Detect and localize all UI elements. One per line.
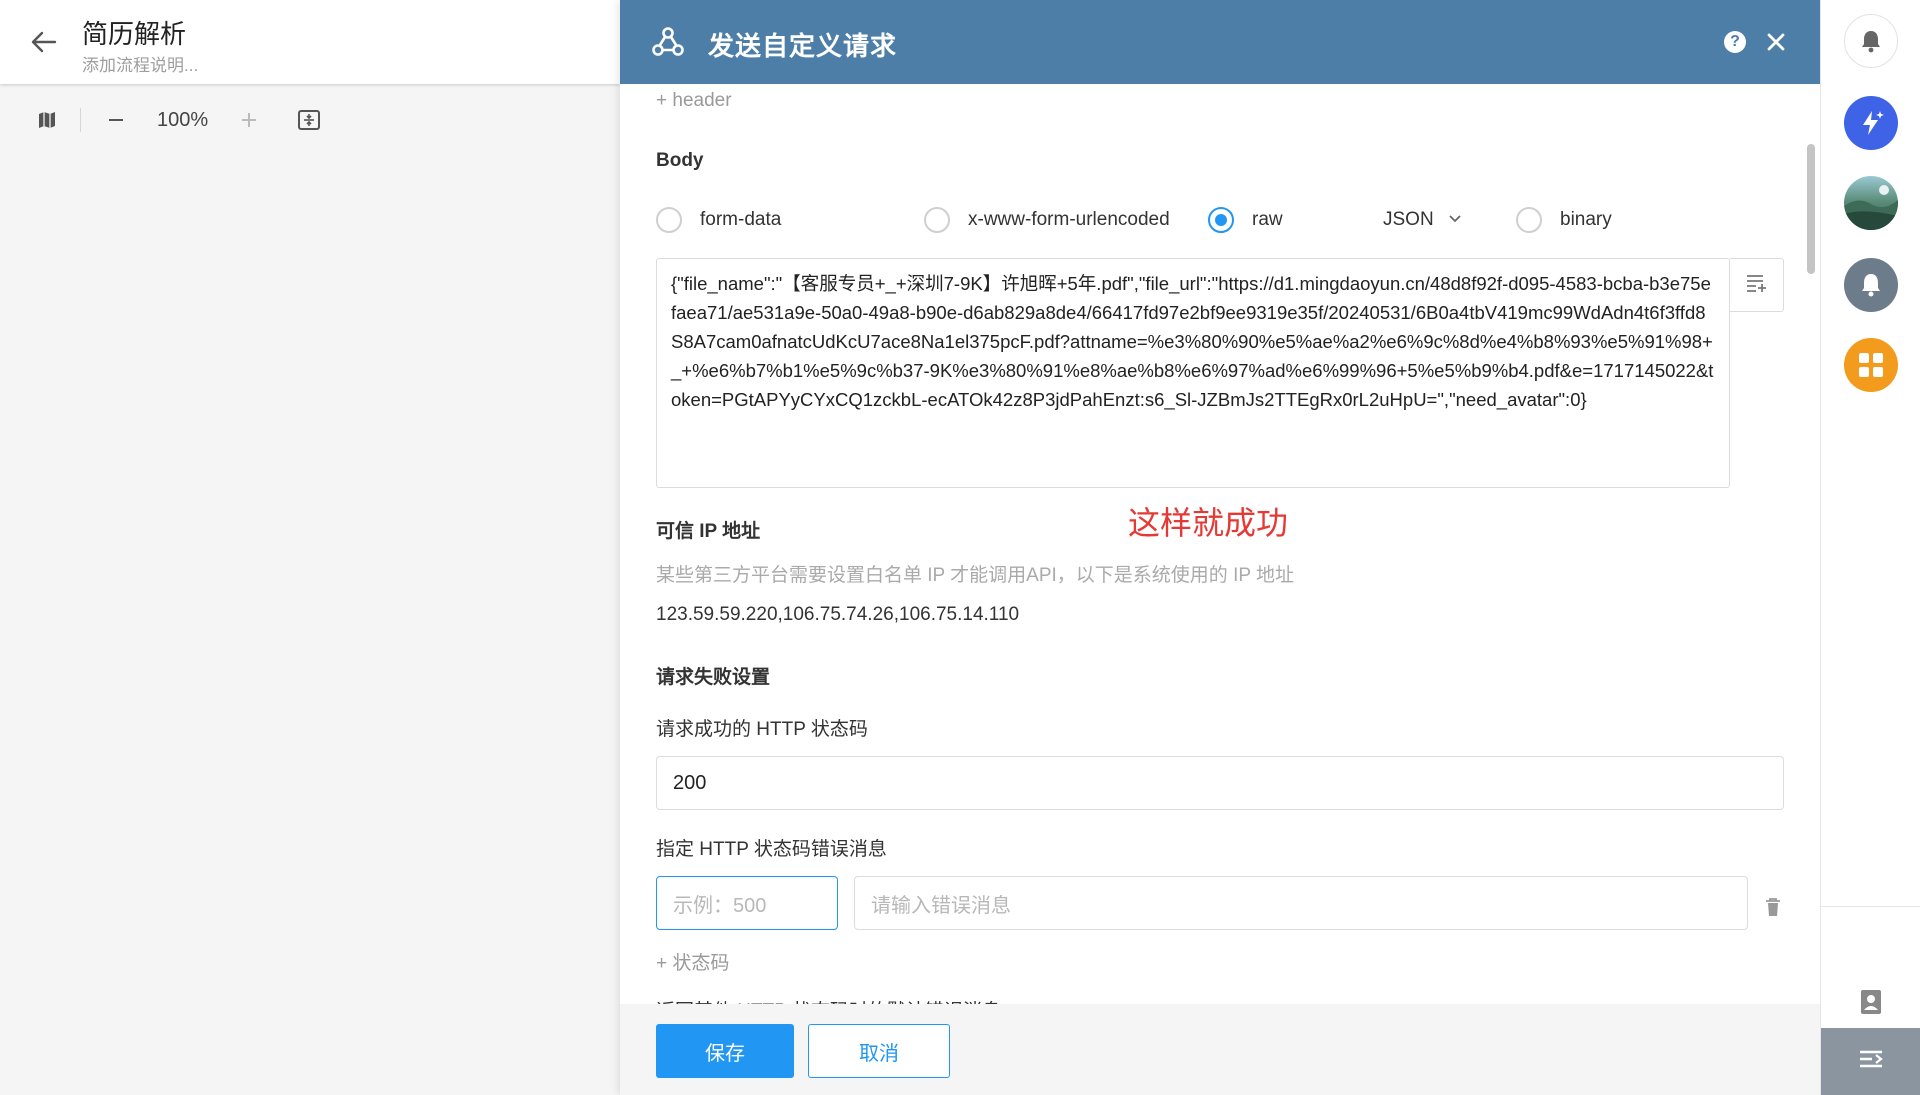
back-arrow-icon[interactable] xyxy=(28,26,60,58)
success-code-input[interactable]: 200 xyxy=(656,756,1784,810)
save-button[interactable]: 保存 xyxy=(656,1024,794,1078)
list-add-icon xyxy=(1745,273,1769,298)
scrollbar-thumb[interactable] xyxy=(1807,144,1815,274)
status-code-input[interactable]: 示例：500 xyxy=(656,876,838,930)
zoom-level: 100% xyxy=(157,108,209,131)
fit-screen-icon[interactable] xyxy=(294,105,324,135)
user-avatar[interactable] xyxy=(1844,176,1898,230)
cancel-button[interactable]: 取消 xyxy=(808,1024,950,1078)
collapse-menu-button[interactable] xyxy=(1821,1028,1920,1095)
radio-label: binary xyxy=(1560,209,1612,230)
raw-format-value: JSON xyxy=(1383,209,1434,230)
panel-body: + header Body form-data x-www-form-urlen… xyxy=(620,84,1820,1004)
raw-format-select[interactable]: JSON xyxy=(1383,202,1462,238)
radio-label: form-data xyxy=(700,209,782,230)
radio-urlencoded[interactable]: x-www-form-urlencoded xyxy=(924,202,1170,238)
trash-icon[interactable] xyxy=(1761,895,1785,919)
contacts-icon[interactable] xyxy=(1857,988,1885,1016)
notification-icon[interactable] xyxy=(1844,258,1898,312)
raw-body-editor[interactable]: {"file_name":"【客服专员+_+深圳7-9K】许旭晖+5年.pdf"… xyxy=(656,258,1730,488)
map-icon[interactable] xyxy=(32,105,62,135)
annotation-text: 这样就成功 xyxy=(1128,505,1289,541)
canvas-toolbar: 100% xyxy=(32,104,324,136)
help-icon[interactable]: ? xyxy=(1724,31,1746,53)
apps-grid-icon[interactable] xyxy=(1844,338,1898,392)
error-message-label: 指定 HTTP 状态码错误消息 xyxy=(656,839,887,860)
custom-request-panel: 发送自定义请求 ? + header Body form-data x-www-… xyxy=(620,0,1820,1095)
ai-assistant-icon[interactable] xyxy=(1844,96,1898,150)
radio-dot xyxy=(1208,207,1234,233)
success-code-label: 请求成功的 HTTP 状态码 xyxy=(656,719,868,740)
right-rail xyxy=(1820,0,1920,1095)
trusted-ip-label: 可信 IP 地址 xyxy=(656,521,761,542)
workflow-header: 简历解析 添加流程说明... xyxy=(0,0,620,84)
failure-settings-label: 请求失败设置 xyxy=(656,667,771,688)
panel-title: 发送自定义请求 xyxy=(708,31,898,61)
radio-form-data[interactable]: form-data xyxy=(656,202,781,238)
webhook-icon xyxy=(650,24,686,60)
default-error-label: 返回其他 HTTP 状态码时的默认错误消息 xyxy=(656,996,1001,1004)
radio-raw[interactable]: raw xyxy=(1208,202,1283,238)
error-message-input[interactable]: 请输入错误消息 xyxy=(854,876,1748,930)
panel-header: 发送自定义请求 ? xyxy=(620,0,1820,84)
toolbar-divider xyxy=(80,108,81,132)
add-header-link[interactable]: + header xyxy=(656,90,732,112)
workflow-title[interactable]: 简历解析 xyxy=(82,14,186,51)
menu-collapse-icon xyxy=(1858,1048,1884,1075)
rail-divider xyxy=(1821,906,1920,907)
trusted-ip-value: 123.59.59.220,106.75.74.26,106.75.14.110 xyxy=(656,604,1020,625)
radio-label: raw xyxy=(1252,209,1283,230)
chevron-down-icon xyxy=(1448,211,1462,229)
add-status-code-link[interactable]: + 状态码 xyxy=(656,948,729,975)
insert-field-button[interactable] xyxy=(1730,258,1784,312)
close-icon[interactable] xyxy=(1762,28,1790,56)
radio-binary[interactable]: binary xyxy=(1516,202,1612,238)
trusted-ip-hint: 某些第三方平台需要设置白名单 IP 才能调用API，以下是系统使用的 IP 地址 xyxy=(656,565,1294,586)
bell-icon[interactable] xyxy=(1844,14,1898,68)
zoom-out-icon[interactable] xyxy=(101,105,131,135)
panel-footer: 保存 取消 xyxy=(620,1004,1820,1095)
radio-dot xyxy=(1516,207,1542,233)
radio-label: x-www-form-urlencoded xyxy=(968,209,1170,230)
body-label: Body xyxy=(656,150,704,171)
body-type-radio-group: form-data x-www-form-urlencoded raw JSON… xyxy=(656,202,1776,238)
workflow-description[interactable]: 添加流程说明... xyxy=(82,51,198,76)
radio-dot xyxy=(656,207,682,233)
radio-dot xyxy=(924,207,950,233)
zoom-in-icon[interactable] xyxy=(234,105,264,135)
